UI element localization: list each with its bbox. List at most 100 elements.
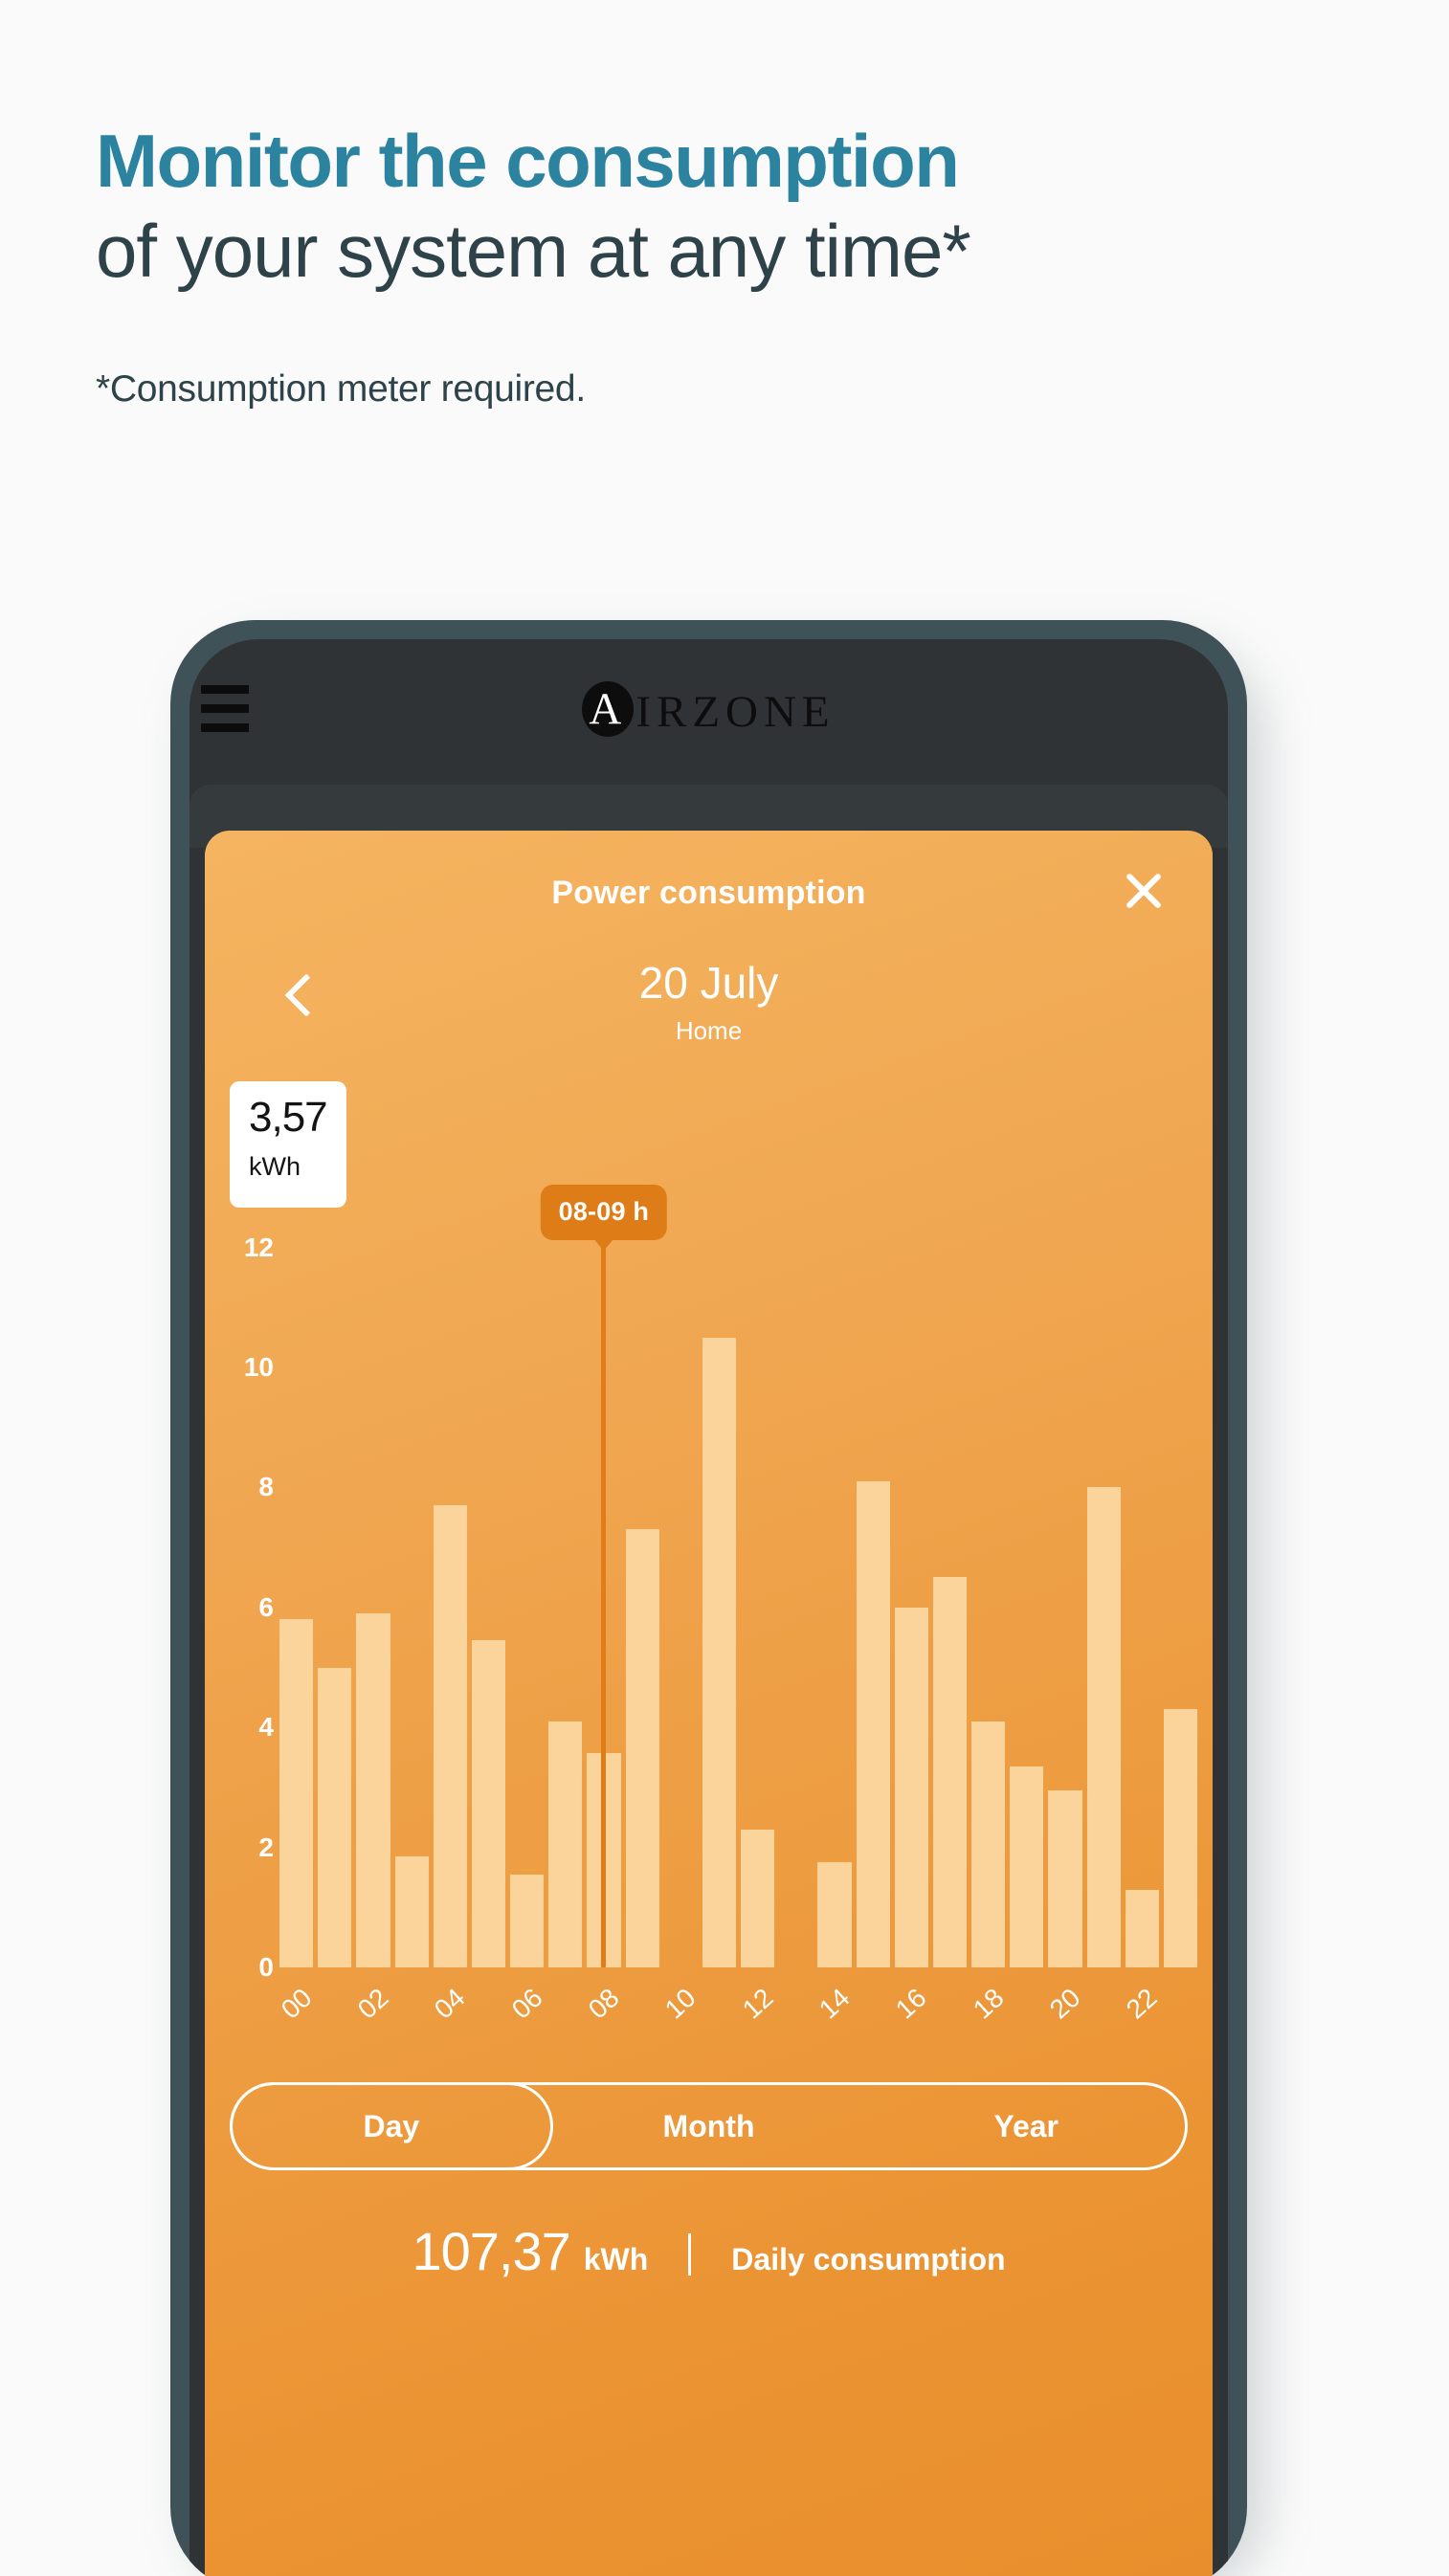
consumption-bar-chart: 0 2 4 6 8 10 12 08-09 h 00 02 04 06 08 10 12 14 16 18 20… <box>205 1184 1213 2052</box>
bar-18[interactable] <box>971 1721 1006 1967</box>
x-axis-slot <box>857 1977 890 2052</box>
sheet-title: Power consumption <box>551 875 866 911</box>
x-axis-tick: 00 <box>275 1982 318 2025</box>
bar-22[interactable] <box>1125 1889 1159 1967</box>
x-axis-tick: 12 <box>736 1982 779 2025</box>
selected-date: 20 July <box>638 958 779 1008</box>
x-axis-slot: 14 <box>814 1977 856 2052</box>
bar-02[interactable] <box>356 1613 390 1967</box>
bar-series <box>279 1211 1198 1967</box>
bar-20[interactable] <box>1048 1790 1082 1967</box>
x-axis-slot: 08 <box>583 1977 625 2052</box>
highlight-tooltip: 08-09 h <box>540 1184 668 1240</box>
tab-month[interactable]: Month <box>550 2085 868 2167</box>
x-axis-tick: 22 <box>1121 1982 1163 2025</box>
selected-value: 3,57 <box>249 1094 328 1141</box>
bar-11[interactable] <box>702 1337 737 1967</box>
x-axis-tick: 04 <box>428 1982 471 2025</box>
highlight-marker-line <box>601 1247 607 1967</box>
y-axis-tick: 0 <box>258 1952 274 1982</box>
x-axis-slot <box>779 1977 813 2052</box>
bar-12[interactable] <box>741 1829 775 1967</box>
summary-unit: kWh <box>583 2242 649 2276</box>
x-axis-slot: 02 <box>352 1977 394 2052</box>
selected-zone: Home <box>675 1016 743 1045</box>
x-axis-slot <box>1164 1977 1197 2052</box>
x-axis-slot: 06 <box>505 1977 547 2052</box>
headline-line-1: Monitor the consumption <box>96 119 960 203</box>
summary-value: 107,37 <box>412 2221 570 2281</box>
phone-status-bar: A IRZONE <box>189 639 1228 785</box>
x-axis-slot <box>933 1977 967 2052</box>
x-axis-tick: 08 <box>582 1982 625 2025</box>
bar-23[interactable] <box>1163 1709 1198 1967</box>
bar-05[interactable] <box>471 1640 506 1967</box>
x-axis-tick: 20 <box>1043 1982 1086 2025</box>
page-headline: Monitor the consumption of your system a… <box>96 119 1302 295</box>
headline-footnote: *Consumption meter required. <box>96 368 586 410</box>
x-axis-slot <box>1087 1977 1121 2052</box>
x-axis-slot <box>472 1977 505 2052</box>
x-axis-slot: 00 <box>275 1977 317 2052</box>
selected-unit: kWh <box>249 1152 301 1181</box>
x-axis-slot <box>318 1977 351 2052</box>
y-axis-tick: 8 <box>258 1472 274 1502</box>
airzone-logo-badge: A <box>582 681 635 737</box>
summary-separator <box>688 2233 692 2276</box>
x-axis-labels: 00 02 04 06 08 10 12 14 16 18 20 22 <box>275 1977 1197 2052</box>
x-axis-slot: 04 <box>429 1977 471 2052</box>
bar-16[interactable] <box>894 1607 928 1967</box>
close-icon[interactable] <box>1117 863 1170 917</box>
x-axis-slot: 12 <box>736 1977 778 2052</box>
x-axis-slot: 18 <box>967 1977 1009 2052</box>
selected-value-card: 3,57 kWh <box>230 1081 346 1208</box>
y-axis-tick: 10 <box>243 1352 274 1383</box>
bar-06[interactable] <box>510 1874 545 1967</box>
x-axis-slot: 20 <box>1044 1977 1086 2052</box>
x-axis-tick: 16 <box>890 1982 932 2025</box>
x-axis-slot <box>548 1977 582 2052</box>
chart-plot-area: 08-09 h <box>279 1184 1198 1967</box>
x-axis-tick: 14 <box>813 1982 856 2025</box>
bar-21[interactable] <box>1086 1487 1121 1967</box>
power-consumption-sheet: Power consumption 20 July Home 3,57 kWh … <box>205 831 1213 2576</box>
date-navigation: 20 July Home <box>205 957 1213 1053</box>
bar-17[interactable] <box>932 1577 968 1967</box>
x-axis-slot: 10 <box>659 1977 702 2052</box>
x-axis-slot <box>395 1977 429 2052</box>
summary-label: Daily consumption <box>731 2242 1006 2276</box>
screenshot-root: Monitor the consumption of your system a… <box>0 0 1449 2576</box>
x-axis-slot <box>626 1977 659 2052</box>
bar-07[interactable] <box>548 1721 583 1967</box>
x-axis-slot <box>702 1977 736 2052</box>
bar-04[interactable] <box>433 1505 467 1967</box>
airzone-logo-text: IRZONE <box>635 687 836 737</box>
bar-15[interactable] <box>856 1481 890 1967</box>
x-axis-slot: 22 <box>1121 1977 1163 2052</box>
bar-00[interactable] <box>279 1619 314 1967</box>
airzone-logo-initial: A <box>589 684 628 734</box>
y-axis-tick: 6 <box>258 1591 274 1622</box>
bar-19[interactable] <box>1010 1765 1044 1967</box>
x-axis-tick: 02 <box>351 1982 394 2025</box>
consumption-summary: 107,37 kWh Daily consumption <box>205 2220 1213 2282</box>
x-axis-tick: 06 <box>505 1982 548 2025</box>
tab-day[interactable]: Day <box>230 2082 553 2170</box>
y-axis-labels: 0 2 4 6 8 10 12 <box>205 1211 274 1980</box>
bar-03[interactable] <box>394 1856 429 1967</box>
bar-01[interactable] <box>318 1667 352 1967</box>
headline-line-2: of your system at any time* <box>96 209 971 294</box>
bar-09[interactable] <box>625 1529 659 1967</box>
x-axis-tick: 10 <box>659 1982 702 2025</box>
period-segmented-control[interactable]: Day Month Year <box>230 2082 1188 2170</box>
x-axis-slot <box>1010 1977 1043 2052</box>
phone-frame: A IRZONE Power consumption 20 July Home … <box>170 620 1247 2576</box>
x-axis-slot: 16 <box>890 1977 932 2052</box>
x-axis-tick: 18 <box>967 1982 1010 2025</box>
tab-year[interactable]: Year <box>867 2085 1185 2167</box>
phone-screen: A IRZONE Power consumption 20 July Home … <box>189 639 1228 2576</box>
bar-14[interactable] <box>817 1862 852 1967</box>
y-axis-tick: 2 <box>258 1832 274 1862</box>
y-axis-tick: 12 <box>243 1232 274 1262</box>
airzone-logo: A IRZONE <box>189 681 1228 737</box>
